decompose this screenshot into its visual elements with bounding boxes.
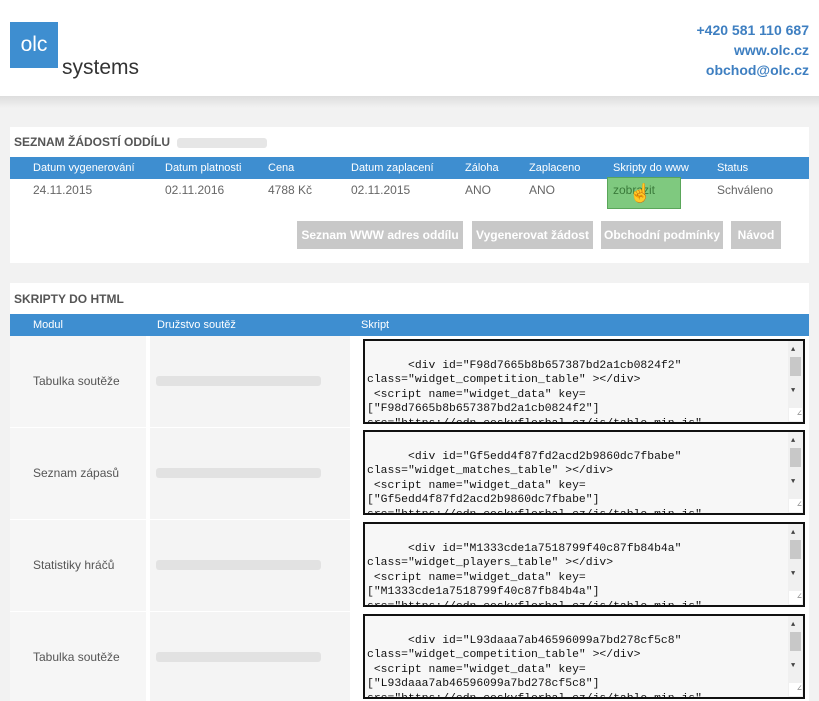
- guide-button[interactable]: Návod: [731, 221, 781, 249]
- generate-request-button[interactable]: Vygenerovat žádost: [472, 221, 593, 249]
- module-name: Statistiky hráčů: [33, 558, 115, 572]
- cell-paid: ANO: [529, 183, 556, 197]
- scrollbar-thumb[interactable]: [790, 357, 801, 376]
- arrow-down-icon[interactable]: ▼: [791, 475, 795, 490]
- col-team: Družstvo soutěž: [157, 319, 236, 331]
- col-status: Status: [717, 162, 749, 174]
- contact-web[interactable]: www.olc.cz: [696, 40, 809, 60]
- team-cell: [150, 612, 350, 701]
- arrow-down-icon[interactable]: ▼: [791, 384, 795, 399]
- header-shadow: [0, 96, 819, 108]
- team-name-blurred: [156, 560, 321, 570]
- arrow-down-icon[interactable]: ▼: [791, 659, 795, 674]
- cell-generated: 24.11.2015: [33, 183, 93, 197]
- requests-title: SEZNAM ŽÁDOSTÍ ODDÍLU: [14, 135, 268, 149]
- col-paid-date: Datum zaplacení: [351, 162, 434, 174]
- col-validity: Datum platnosti: [165, 162, 242, 174]
- logo-text: systems: [62, 56, 140, 79]
- resize-grip-icon[interactable]: ∠: [789, 591, 802, 604]
- script-textarea[interactable]: <div id="F98d7665b8b657387bd2a1cb0824f2"…: [363, 339, 805, 424]
- cell-validity: 02.11.2016: [165, 183, 225, 197]
- table-row: Statistiky hráčů <div id="M1333cde1a7518…: [10, 520, 809, 611]
- team-cell: [150, 336, 350, 427]
- col-scripts: Skripty do www: [613, 162, 689, 174]
- col-price: Cena: [268, 162, 295, 174]
- col-deposit: Záloha: [465, 162, 499, 174]
- requests-title-text: SEZNAM ŽÁDOSTÍ ODDÍLU: [14, 135, 170, 149]
- module-name: Tabulka soutěže: [33, 650, 120, 664]
- scrollbar-thumb[interactable]: [790, 540, 801, 559]
- module-name: Seznam zápasů: [33, 466, 120, 480]
- scrollbar-thumb[interactable]: [790, 632, 801, 651]
- script-code: <div id="L93daaa7ab46596099a7bd278cf5c8"…: [367, 634, 702, 699]
- logo-box: olc: [10, 22, 58, 68]
- contact-email[interactable]: obchod@olc.cz: [696, 60, 809, 80]
- resize-grip-icon[interactable]: ∠: [789, 408, 802, 421]
- team-name-blurred: [156, 652, 321, 662]
- scripts-table-header: Modul Družstvo soutěž Skript: [10, 314, 809, 336]
- terms-button[interactable]: Obchodní podmínky: [601, 221, 723, 249]
- arrow-up-icon[interactable]: ▲: [791, 434, 795, 449]
- scripts-panel: SKRIPTY DO HTML Modul Družstvo soutěž Sk…: [10, 283, 809, 701]
- col-script: Skript: [361, 319, 390, 331]
- hand-pointer-icon: ☝: [629, 183, 652, 203]
- www-addresses-button[interactable]: Seznam WWW adres oddílu: [297, 221, 463, 249]
- script-textarea[interactable]: <div id="Gf5edd4f87fd2acd2b9860dc7fbabe"…: [363, 430, 805, 515]
- page-header: olc systems +420 581 110 687 www.olc.cz …: [0, 0, 819, 96]
- script-code: <div id="Gf5edd4f87fd2acd2b9860dc7fbabe"…: [367, 450, 702, 515]
- scrollbar-thumb[interactable]: [790, 448, 801, 467]
- arrow-up-icon[interactable]: ▲: [791, 343, 795, 358]
- team-cell: [150, 428, 350, 519]
- col-generated: Datum vygenerování: [33, 162, 135, 174]
- table-row: Seznam zápasů <div id="Gf5edd4f87fd2acd2…: [10, 428, 809, 519]
- script-textarea[interactable]: <div id="L93daaa7ab46596099a7bd278cf5c8"…: [363, 614, 805, 699]
- cell-paid-date: 02.11.2015: [351, 183, 411, 197]
- team-cell: [150, 520, 350, 611]
- team-name-blurred: [156, 376, 321, 386]
- table-row: Tabulka soutěže <div id="F98d7665b8b6573…: [10, 336, 809, 427]
- team-name-blurred: [156, 468, 321, 478]
- scripts-title: SKRIPTY DO HTML: [14, 292, 124, 306]
- script-textarea[interactable]: <div id="M1333cde1a7518799f40c87fb84b4a"…: [363, 522, 805, 607]
- resize-grip-icon[interactable]: ∠: [789, 499, 802, 512]
- table-row: Tabulka soutěže <div id="L93daaa7ab46596…: [10, 612, 809, 701]
- script-code: <div id="M1333cde1a7518799f40c87fb84b4a"…: [367, 542, 702, 607]
- arrow-up-icon[interactable]: ▲: [791, 526, 795, 541]
- module-name: Tabulka soutěže: [33, 374, 120, 388]
- cell-status: Schváleno: [717, 183, 774, 197]
- cell-price: 4788 Kč: [268, 183, 313, 197]
- club-name-blurred: [177, 137, 268, 148]
- arrow-down-icon[interactable]: ▼: [791, 567, 795, 582]
- col-paid: Zaplaceno: [529, 162, 581, 174]
- requests-table-header: Datum vygenerování Datum platnosti Cena …: [10, 157, 809, 179]
- arrow-up-icon[interactable]: ▲: [791, 618, 795, 633]
- cell-deposit: ANO: [465, 183, 492, 197]
- contact-block: +420 581 110 687 www.olc.cz obchod@olc.c…: [696, 20, 809, 80]
- col-module: Modul: [33, 319, 63, 331]
- requests-panel: SEZNAM ŽÁDOSTÍ ODDÍLU Datum vygenerování…: [10, 127, 809, 263]
- script-code: <div id="F98d7665b8b657387bd2a1cb0824f2"…: [367, 359, 702, 424]
- resize-grip-icon[interactable]: ∠: [789, 683, 802, 696]
- contact-phone[interactable]: +420 581 110 687: [696, 20, 809, 40]
